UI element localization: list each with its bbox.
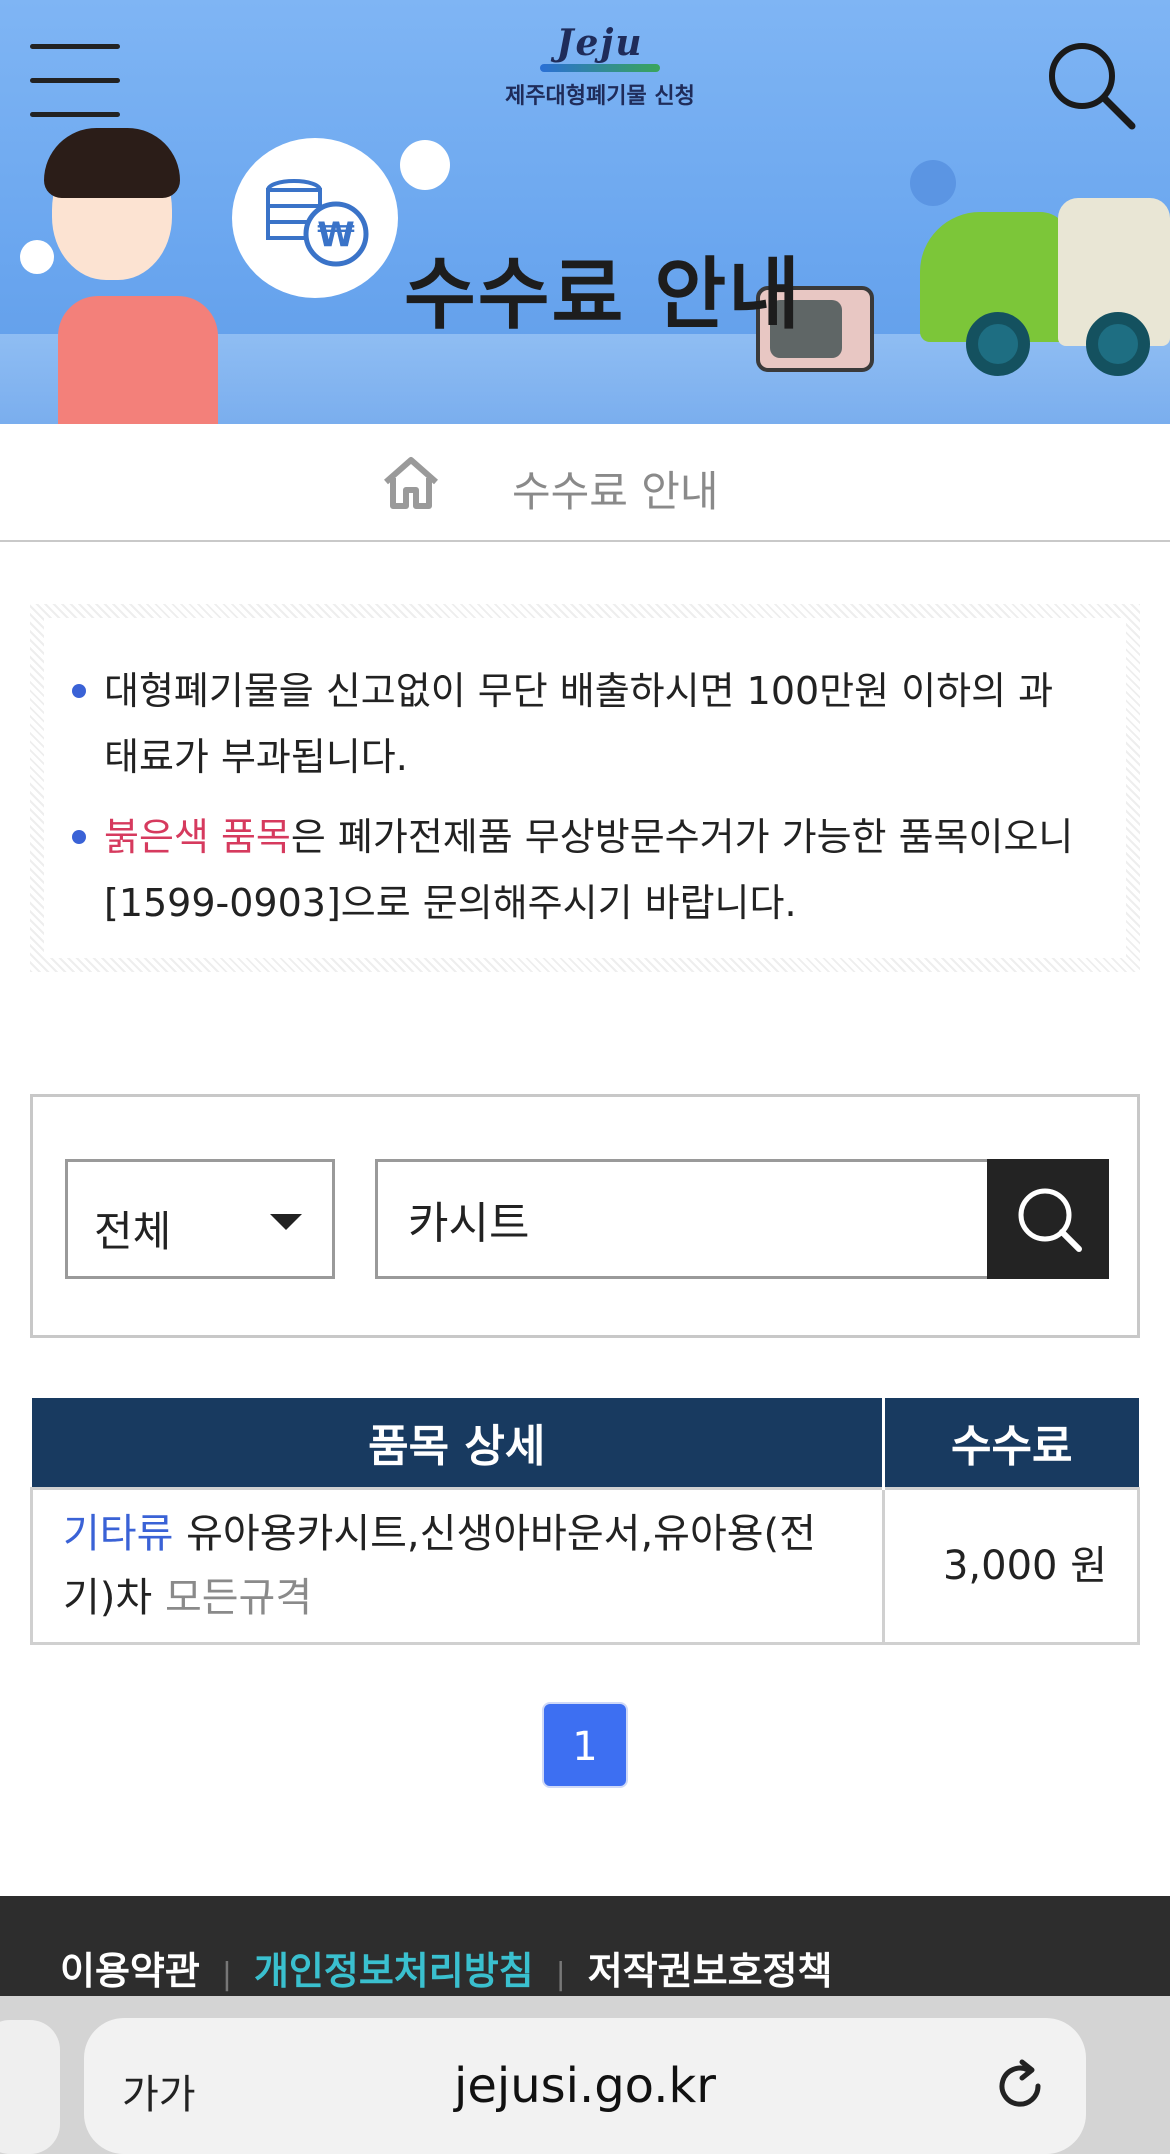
reload-button[interactable] xyxy=(990,2056,1050,2116)
item-spec: 모든규격 xyxy=(164,1574,313,1621)
notice-inner: 대형폐기물을 신고없이 무단 배출하시면 100만원 이하의 과태료가 부과됩니… xyxy=(44,618,1126,958)
url-text: jejusi.go.kr xyxy=(453,2058,716,2114)
page-title: 수수료 안내 xyxy=(404,250,802,340)
truck-wheel xyxy=(966,312,1030,376)
browser-tab-stub[interactable] xyxy=(0,2020,60,2154)
column-header-item: 품목 상세 xyxy=(31,1398,885,1488)
column-header-fee: 수수료 xyxy=(883,1398,1139,1488)
footer: 이용약관 | 개인정보처리방침 | 저작권보호정책 xyxy=(0,1896,1170,1996)
header-search-button[interactable] xyxy=(1040,36,1140,136)
fee-cell: 3,000 원 xyxy=(882,1486,1140,1645)
item-category: 기타류 xyxy=(63,1510,174,1557)
person-illustration-body xyxy=(58,296,218,424)
category-select[interactable]: 전체 xyxy=(65,1159,335,1279)
hamburger-menu-button[interactable] xyxy=(30,44,120,124)
item-detail-cell: 기타류 유아용카시트,신생아바운서,유아용(전기)차 모든규격 xyxy=(30,1486,885,1645)
table-header-row: 품목 상세 수수료 xyxy=(31,1398,1139,1488)
footer-link-privacy[interactable]: 개인정보처리방침 xyxy=(254,1949,534,1993)
home-icon[interactable] xyxy=(380,454,442,512)
reload-icon xyxy=(999,2059,1041,2107)
bullet-icon xyxy=(72,830,86,844)
page: ₩ Jeju 제주대형폐기물 신청 수수료 안내 수수료 안내 대형폐기물을 신… xyxy=(0,0,1170,2154)
header-banner: ₩ Jeju 제주대형폐기물 신청 수수료 안내 xyxy=(0,0,1170,424)
logo-swoosh xyxy=(540,64,660,72)
notice-item: 붉은색 품목은 폐가전제품 무상방문수거가 가능한 품목이오니 [1599-09… xyxy=(72,804,1086,936)
category-select-value: 전체 xyxy=(94,1207,172,1256)
pagination-page-button[interactable]: 1 xyxy=(542,1702,628,1788)
browser-address-bar: 가가 jejusi.go.kr xyxy=(0,1996,1170,2154)
url-field[interactable]: 가가 jejusi.go.kr xyxy=(84,2018,1086,2154)
table-row: 기타류 유아용카시트,신생아바운서,유아용(전기)차 모든규격 3,000 원 xyxy=(30,1486,1140,1645)
notice-box: 대형폐기물을 신고없이 무단 배출하시면 100만원 이하의 과태료가 부과됩니… xyxy=(30,604,1140,972)
decor-dot xyxy=(400,140,450,190)
menu-line xyxy=(30,44,120,49)
menu-line xyxy=(30,112,120,117)
decor-dot xyxy=(20,240,54,274)
person-illustration-hair xyxy=(44,128,180,198)
footer-separator: | xyxy=(555,1957,566,1992)
footer-links: 이용약관 | 개인정보처리방침 | 저작권보호정책 xyxy=(60,1940,832,1995)
footer-link-copyright[interactable]: 저작권보호정책 xyxy=(588,1949,833,1993)
notice-text: 대형폐기물을 신고없이 무단 배출하시면 100만원 이하의 과태료가 부과됩니… xyxy=(104,669,1054,779)
notice-item: 대형폐기물을 신고없이 무단 배출하시면 100만원 이하의 과태료가 부과됩니… xyxy=(72,658,1086,790)
search-panel: 전체 xyxy=(30,1094,1140,1338)
logo-mark: Jeju xyxy=(556,22,644,64)
search-input[interactable] xyxy=(375,1159,993,1279)
footer-link-terms[interactable]: 이용약관 xyxy=(60,1949,200,1993)
footer-separator: | xyxy=(221,1957,232,1992)
truck-wheel xyxy=(1086,312,1150,376)
logo-text: 제주대형폐기물 신청 xyxy=(505,84,695,109)
bullet-icon xyxy=(72,684,86,698)
svg-text:₩: ₩ xyxy=(317,215,355,255)
site-logo[interactable]: Jeju 제주대형폐기물 신청 xyxy=(500,22,700,118)
chevron-down-icon xyxy=(270,1214,302,1230)
breadcrumb-current: 수수료 안내 xyxy=(512,467,719,516)
search-icon xyxy=(1018,1188,1082,1252)
fee-table: 품목 상세 수수료 기타류 유아용카시트,신생아바운서,유아용(전기)차 모든규… xyxy=(30,1398,1140,1645)
search-submit-button[interactable] xyxy=(987,1159,1109,1279)
notice-highlight: 붉은색 품목 xyxy=(104,815,291,859)
breadcrumb: 수수료 안내 xyxy=(0,424,1170,542)
search-icon xyxy=(1049,43,1136,130)
money-bubble-icon: ₩ xyxy=(232,138,398,298)
menu-line xyxy=(30,78,120,83)
decor-dot xyxy=(910,160,956,206)
